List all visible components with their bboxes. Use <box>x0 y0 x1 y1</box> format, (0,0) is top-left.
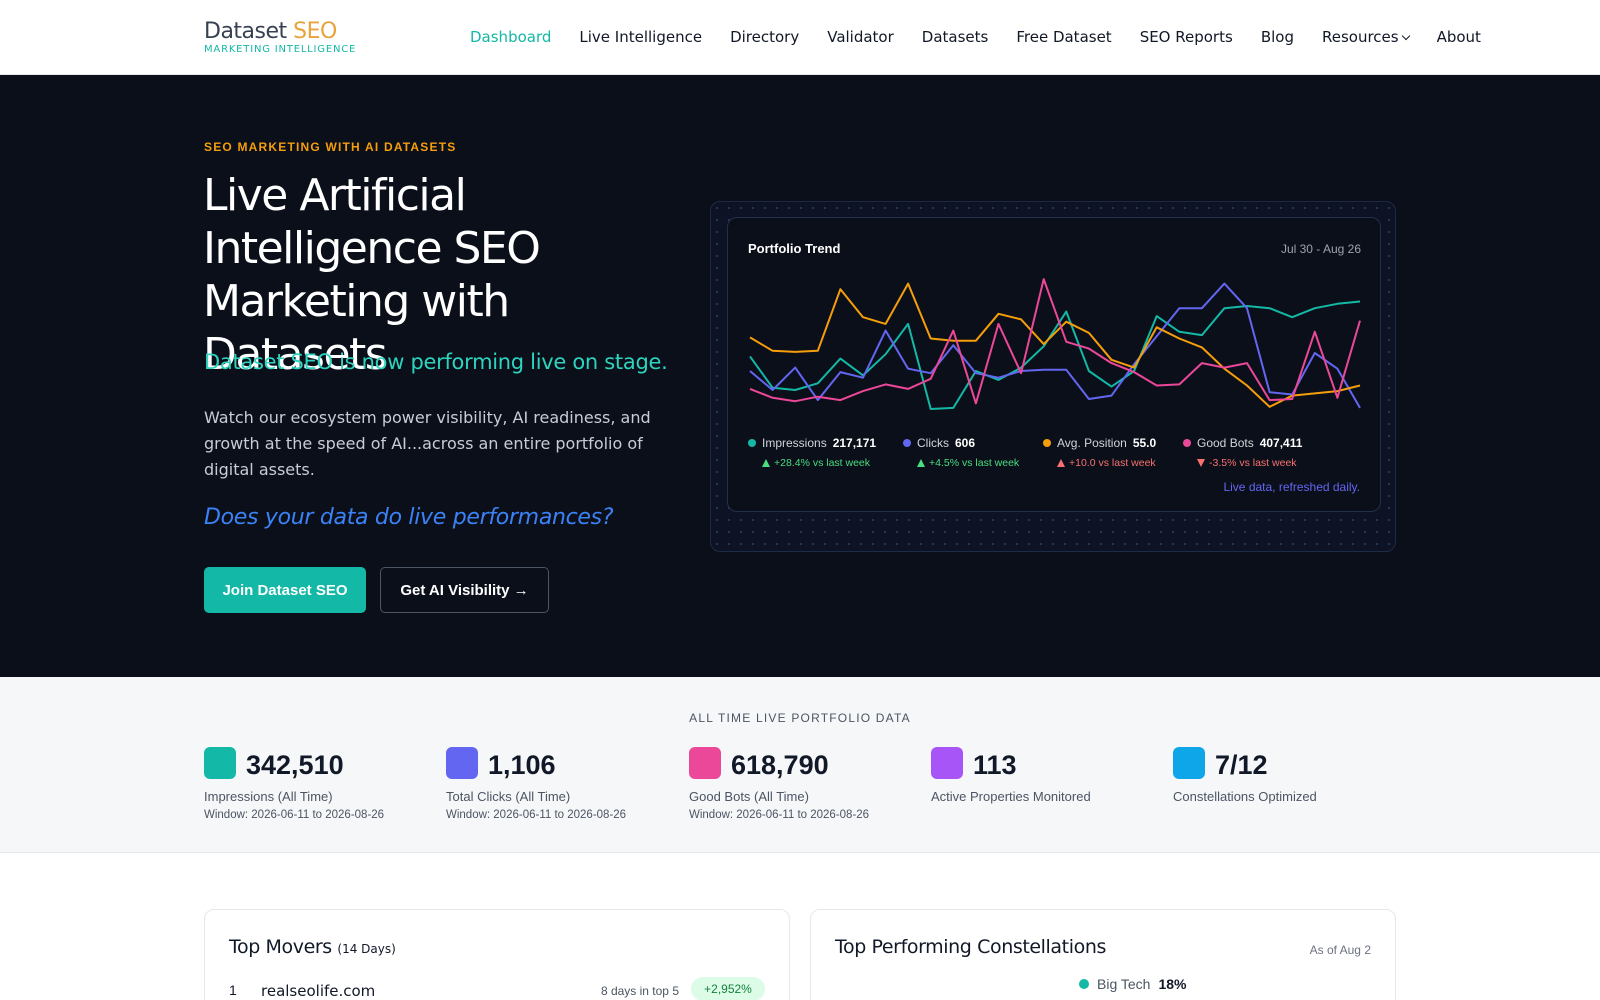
stat-window: Window: 2026-06-11 to 2026-08-26 <box>204 809 385 821</box>
stat-value: 618,790 <box>731 750 829 780</box>
nav-validator[interactable]: Validator <box>827 28 894 46</box>
stats-heading: ALL TIME LIVE PORTFOLIO DATA <box>689 711 911 725</box>
hero-eyebrow: SEO MARKETING WITH AI DATASETS <box>204 140 457 154</box>
constellation-name: Big Tech <box>1097 976 1151 992</box>
legend-delta: -3.5% vs last week <box>1197 457 1302 469</box>
nav-live-intelligence[interactable]: Live Intelligence <box>579 28 702 46</box>
legend-delta-text: +28.4% vs last week <box>774 457 871 469</box>
arrow-up-icon <box>917 459 925 467</box>
logo-wordmark: Dataset SEO <box>204 20 356 44</box>
series-line-clicks <box>749 282 1361 409</box>
stat-window: Window: 2026-06-11 to 2026-08-26 <box>446 809 627 821</box>
nav-directory[interactable]: Directory <box>730 28 799 46</box>
arrow-up-icon <box>762 459 770 467</box>
stat-window: Window: 2026-06-11 to 2026-08-26 <box>689 809 870 821</box>
legend-value: 217,171 <box>832 436 877 450</box>
nav-resources-label: Resources <box>1321 28 1399 46</box>
main-nav: Dashboard Live Intelligence Directory Va… <box>470 28 1481 46</box>
nav-seo-reports[interactable]: SEO Reports <box>1140 28 1233 46</box>
logo-word-dataset: Dataset <box>204 19 294 44</box>
hero-description: Watch our ecosystem power visibility, AI… <box>204 408 651 479</box>
stat-color-swatch <box>446 747 478 779</box>
get-ai-visibility-button[interactable]: Get AI Visibility → <box>380 567 549 613</box>
stat-value: 113 <box>973 750 1017 780</box>
legend-name: Impressions <box>762 436 827 450</box>
legend-delta: +4.5% vs last week <box>917 457 1019 469</box>
stat-label: Impressions (All Time) <box>204 789 333 804</box>
stat-color-swatch <box>689 747 721 779</box>
portfolio-trend-chart <box>749 278 1361 410</box>
stat-label: Active Properties Monitored <box>931 789 1091 804</box>
stat-value: 7/12 <box>1215 750 1268 780</box>
join-button[interactable]: Join Dataset SEO <box>204 567 366 613</box>
portfolio-trend-card: Portfolio Trend Jul 30 - Aug 26 Impressi… <box>727 217 1381 512</box>
chevron-down-icon <box>1401 31 1410 41</box>
stat-label: Good Bots (All Time) <box>689 789 809 804</box>
top-constellations-card: Top Performing Constellations As of Aug … <box>810 909 1396 1000</box>
chart-legend: Impressions 217,171 +28.4% vs last week C… <box>748 434 1368 474</box>
arrow-down-icon <box>1197 459 1205 467</box>
logo-tagline: MARKETING INTELLIGENCE <box>204 44 357 55</box>
legend-dot-icon <box>1043 439 1051 447</box>
mover-change-badge: +2,952% <box>691 977 765 1000</box>
constellation-pct: 18% <box>1158 976 1187 992</box>
series-line-impressions <box>749 300 1361 410</box>
legend-value: 407,411 <box>1259 436 1303 450</box>
legend-delta-text: -3.5% vs last week <box>1209 457 1297 469</box>
legend-value: 606 <box>955 436 976 450</box>
nav-about[interactable]: About <box>1437 28 1481 46</box>
legend-delta-text: +4.5% vs last week <box>929 457 1020 469</box>
legend-delta: +28.4% vs last week <box>762 457 876 469</box>
mover-rank: 1 <box>229 982 237 998</box>
nav-datasets[interactable]: Datasets <box>922 28 989 46</box>
legend-clicks: Clicks 606 +4.5% vs last week <box>903 434 1019 469</box>
stat-color-swatch <box>204 747 236 779</box>
nav-resources[interactable]: Resources <box>1321 28 1410 46</box>
nav-dashboard[interactable]: Dashboard <box>470 28 551 46</box>
constellations-as-of: As of Aug 2 <box>1309 943 1371 957</box>
top-movers-card: Top Movers (14 Days) 1 realseolife.com 8… <box>204 909 790 1000</box>
chart-date-range: Jul 30 - Aug 26 <box>1280 242 1361 256</box>
logo[interactable]: Dataset SEO MARKETING INTELLIGENCE <box>204 20 357 56</box>
stat-color-swatch <box>931 747 963 779</box>
top-movers-title-text: Top Movers <box>229 936 332 958</box>
top-movers-title: Top Movers (14 Days) <box>229 936 396 958</box>
top-movers-title-note: (14 Days) <box>337 942 396 956</box>
mover-note: 8 days in top 5 <box>600 984 679 998</box>
legend-delta-text: +10.0 vs last week <box>1069 457 1156 469</box>
nav-free-dataset[interactable]: Free Dataset <box>1016 28 1111 46</box>
stat-value: 342,510 <box>246 750 344 780</box>
chart-title: Portfolio Trend <box>748 241 841 256</box>
chart-footer-note: Live data, refreshed daily. <box>1223 480 1360 494</box>
legend-impressions: Impressions 217,171 +28.4% vs last week <box>748 434 876 469</box>
legend-delta: +10.0 vs last week <box>1057 457 1156 469</box>
logo-word-seo: SEO <box>293 19 337 44</box>
legend-value: 55.0 <box>1132 436 1157 450</box>
legend-name: Good Bots <box>1197 436 1254 450</box>
stat-color-swatch <box>1173 747 1205 779</box>
chart-panel: Portfolio Trend Jul 30 - Aug 26 Impressi… <box>710 201 1396 552</box>
legend-name: Clicks <box>917 436 949 450</box>
mover-domain[interactable]: realseolife.com <box>261 982 375 1000</box>
stat-label: Constellations Optimized <box>1173 789 1317 804</box>
stat-label: Total Clicks (All Time) <box>446 789 571 804</box>
hero-subtitle: Dataset SEO is now performing live on st… <box>204 350 668 374</box>
constellation-item: Big Tech 18% <box>1079 976 1186 992</box>
legend-name: Avg. Position <box>1057 436 1127 450</box>
legend-avg-position: Avg. Position 55.0 +10.0 vs last week <box>1043 434 1156 469</box>
constellation-dot-icon <box>1079 979 1089 989</box>
arrow-up-icon <box>1057 459 1065 467</box>
stat-value: 1,106 <box>488 750 556 780</box>
hero-section: SEO MARKETING WITH AI DATASETS Live Arti… <box>0 75 1600 677</box>
constellations-title: Top Performing Constellations <box>835 936 1106 958</box>
legend-dot-icon <box>748 439 756 447</box>
hero-question: Does your data do live performances? <box>204 505 614 530</box>
legend-dot-icon <box>1183 439 1191 447</box>
legend-good-bots: Good Bots 407,411 -3.5% vs last week <box>1183 434 1302 469</box>
portfolio-stats: ALL TIME LIVE PORTFOLIO DATA 342,510 Imp… <box>0 677 1600 853</box>
legend-dot-icon <box>903 439 911 447</box>
site-header: Dataset SEO MARKETING INTELLIGENCE Dashb… <box>0 0 1600 75</box>
nav-blog[interactable]: Blog <box>1261 28 1294 46</box>
